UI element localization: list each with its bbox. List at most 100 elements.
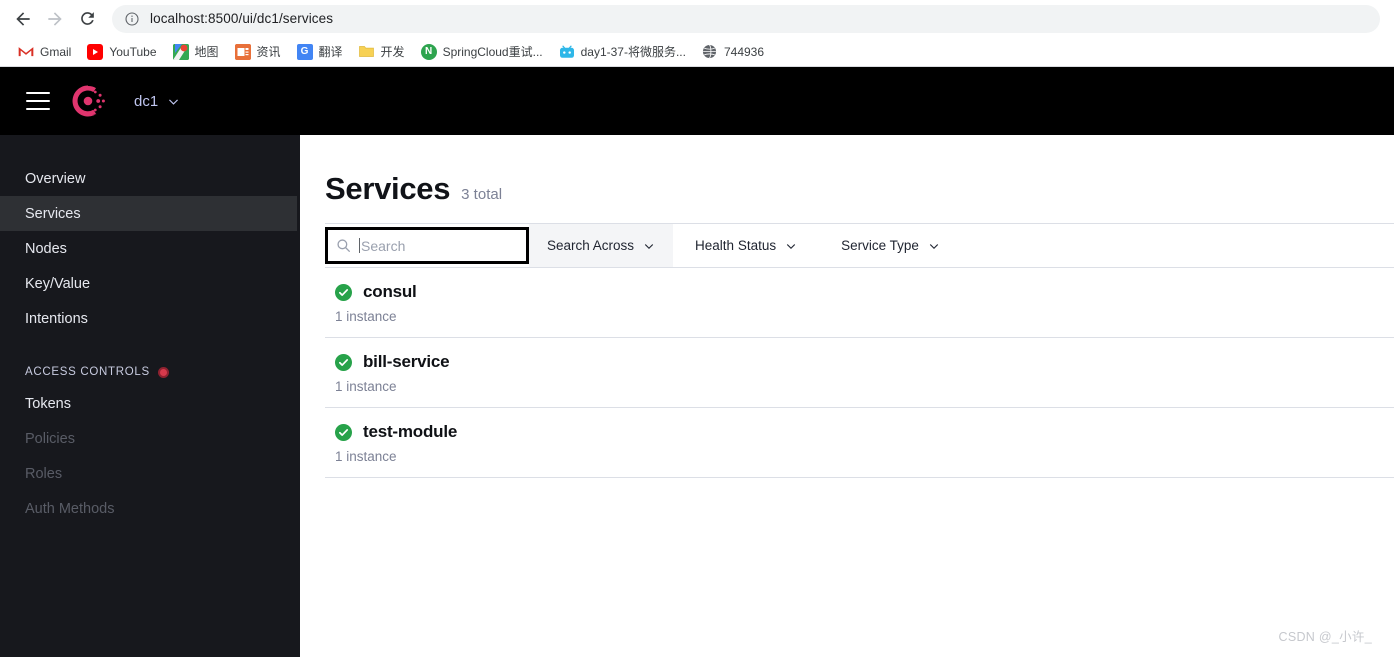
bookmark-label: Gmail [40,44,72,59]
page-header: Services 3 total [325,171,1394,207]
service-instance-count: 1 instance [335,449,397,464]
bookmark-744936[interactable]: 744936 [694,40,772,64]
service-name: test-module [363,422,458,441]
sidebar-item-services[interactable]: Services [0,196,297,231]
filter-label: Service Type [841,238,919,253]
browser-toolbar: localhost:8500/ui/dc1/services [0,0,1394,37]
gmail-icon [18,43,34,60]
consul-app: dc1 Overview Services Nodes Key/Value In… [0,67,1394,657]
filter-search-across[interactable]: Search Across [529,224,674,267]
chevron-down-icon [643,240,655,252]
bookmark-translate[interactable]: G 翻译 [289,40,351,64]
chevron-down-icon [785,240,797,252]
datacenter-label: dc1 [134,92,159,110]
back-arrow-icon [13,9,33,29]
back-button[interactable] [8,4,38,34]
bookmark-label: 地图 [194,45,219,59]
consul-logo-icon[interactable] [68,81,108,121]
sidebar-item-label: Overview [25,170,86,187]
watermark: CSDN @_小许_ [1278,630,1372,644]
sidebar-item-label: Policies [25,430,75,447]
bilibili-icon [559,44,575,60]
google-maps-icon [172,43,189,60]
reload-button[interactable] [72,4,102,34]
sidebar-section-access-controls: ACCESS CONTROLS [0,358,300,386]
forward-button[interactable] [40,4,70,34]
forward-arrow-icon [45,9,65,29]
service-header: consul [335,282,1394,302]
sidebar: Overview Services Nodes Key/Value Intent… [0,135,300,657]
filter-service-type[interactable]: Service Type [819,224,962,267]
url-text: localhost:8500/ui/dc1/services [150,11,334,26]
reload-icon [78,9,97,28]
bookmark-label: SpringCloud重试... [442,45,543,59]
info-circle-icon[interactable] [124,11,140,27]
bookmark-label: 资讯 [256,45,281,59]
sidebar-section-label: ACCESS CONTROLS [25,366,150,378]
sidebar-item-label: Nodes [25,240,67,257]
folder-icon [359,44,375,60]
bookmark-label: YouTube [109,44,157,59]
bookmark-bilibili[interactable]: day1-37-将微服务... [551,40,694,64]
sidebar-item-policies[interactable]: Policies [0,421,297,456]
notion-icon: N [420,43,437,60]
bookmark-maps[interactable]: 地图 [165,40,227,64]
sidebar-item-tokens[interactable]: Tokens [0,386,297,421]
sidebar-item-label: Services [25,205,81,222]
service-row-test-module[interactable]: test-module 1 instance [325,408,1394,478]
news-icon [234,43,251,60]
page-title: Services [325,171,451,206]
check-circle-icon [335,283,352,301]
sidebar-item-nodes[interactable]: Nodes [0,231,297,266]
datacenter-selector[interactable]: dc1 [134,93,180,110]
service-row-consul[interactable]: consul 1 instance [325,268,1394,338]
bookmark-label: 744936 [723,44,765,59]
text-cursor [359,238,360,253]
address-bar[interactable]: localhost:8500/ui/dc1/services [112,4,1380,33]
youtube-icon [87,43,104,60]
globe-icon [702,44,718,60]
service-name: bill-service [363,352,450,371]
services-total-count: 3 total [461,186,503,203]
search-placeholder: Search [361,237,406,254]
services-list: consul 1 instance bill-service 1 instanc… [325,268,1394,478]
service-header: bill-service [335,352,1394,372]
sidebar-item-label: Tokens [25,395,71,412]
sidebar-item-label: Intentions [25,310,88,327]
sidebar-item-intentions[interactable]: Intentions [0,301,297,336]
bookmark-springcloud[interactable]: N SpringCloud重试... [413,40,551,64]
hamburger-menu-icon[interactable] [26,92,50,110]
bookmark-gmail[interactable]: Gmail [10,40,79,64]
app-top-nav: dc1 [0,67,1394,135]
filter-health-status[interactable]: Health Status [673,224,819,267]
sidebar-item-overview[interactable]: Overview [0,161,297,196]
sidebar-item-label: Key/Value [25,275,91,292]
bookmark-folder-dev[interactable]: 开发 [351,40,413,64]
sidebar-item-auth-methods[interactable]: Auth Methods [0,491,297,526]
sidebar-item-label: Roles [25,465,63,482]
sidebar-item-key-value[interactable]: Key/Value [0,266,297,301]
service-instance-count: 1 instance [335,379,397,394]
sidebar-item-label: Auth Methods [25,500,115,517]
service-row-bill-service[interactable]: bill-service 1 instance [325,338,1394,408]
app-body: Overview Services Nodes Key/Value Intent… [0,135,1394,657]
chevron-down-icon [928,240,940,252]
bookmark-news[interactable]: 资讯 [227,40,289,64]
sidebar-item-roles[interactable]: Roles [0,456,297,491]
status-dot-icon [157,366,169,378]
bookmark-youtube[interactable]: YouTube [79,40,164,64]
bookmarks-bar: Gmail YouTube 地图 资讯 G 翻译 开发 N SpringClou… [0,37,1394,66]
service-header: test-module [335,422,1394,442]
filter-bar: Search Search Across Health Status Servi… [325,223,1394,268]
translate-icon: G [296,43,313,60]
main-content: Services 3 total Search Search Across He… [300,135,1394,657]
filter-label: Health Status [695,238,777,253]
search-icon [336,238,351,253]
check-circle-icon [335,353,352,371]
filter-label: Search Across [547,238,635,253]
service-name: consul [363,282,417,301]
service-instance-count: 1 instance [335,309,397,324]
chevron-down-icon [167,95,180,108]
bookmark-label: 翻译 [318,45,343,59]
search-input[interactable]: Search [325,227,529,264]
